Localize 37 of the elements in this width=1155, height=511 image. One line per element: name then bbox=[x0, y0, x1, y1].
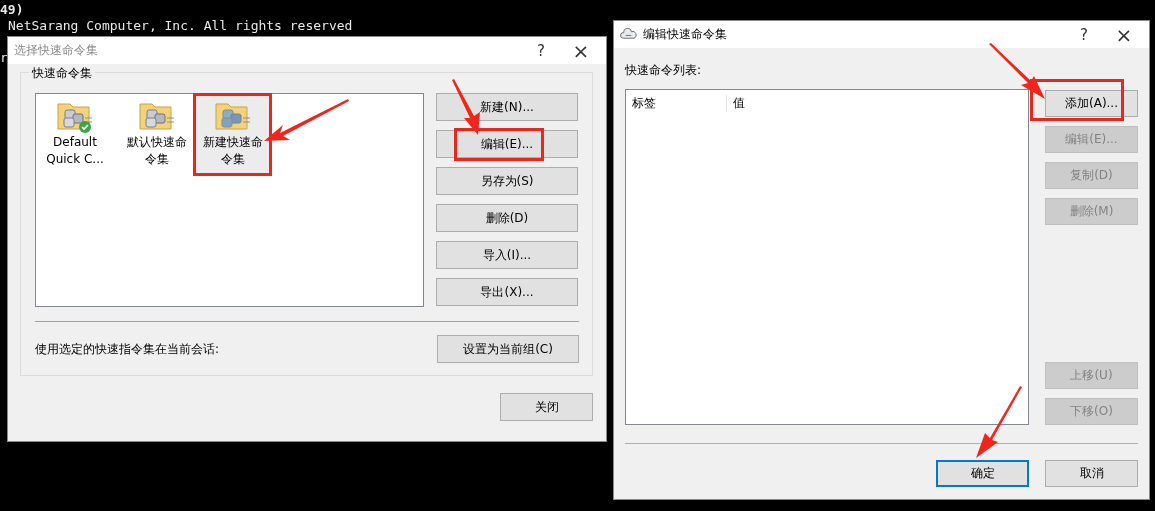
terminal-text: 49) bbox=[0, 2, 24, 18]
dialog-button[interactable]: 确定 bbox=[936, 460, 1029, 487]
close-dialog-button[interactable]: 关闭 bbox=[500, 393, 593, 421]
terminal-text: NetSarang Computer, Inc. All rights reserved bbox=[7, 18, 353, 34]
dialog-button[interactable]: 添加(A)... bbox=[1045, 90, 1138, 117]
dialog-button[interactable]: 另存为(S) bbox=[436, 167, 578, 195]
list-item[interactable]: 默认快速命令集 bbox=[120, 95, 194, 174]
arrow-annotation bbox=[976, 386, 1022, 458]
terminal-text: r bbox=[0, 50, 8, 66]
help-button[interactable]: ? bbox=[524, 41, 558, 60]
command-list[interactable]: 标签 值 bbox=[625, 89, 1029, 425]
close-button[interactable]: × bbox=[564, 38, 598, 63]
dialog-button[interactable]: 新建(N)... bbox=[436, 93, 578, 121]
help-button[interactable]: ? bbox=[1067, 25, 1101, 44]
item-label: 默认快速命令集 bbox=[126, 134, 188, 168]
column-header[interactable]: 标签 bbox=[626, 94, 727, 112]
arrow-annotation bbox=[452, 79, 480, 135]
window-title: 选择快速命令集 bbox=[14, 42, 99, 59]
list-item[interactable]: Default Quick C... bbox=[38, 95, 112, 174]
group-label: 快速命令集 bbox=[29, 65, 95, 82]
list-label: 快速命令列表: bbox=[625, 62, 703, 79]
dialog-button[interactable]: 导出(X)... bbox=[436, 278, 578, 306]
hint-text: 使用选定的快速指令集在当前会话: bbox=[35, 340, 220, 358]
dialog-button[interactable]: 删除(D) bbox=[436, 204, 578, 232]
window-title: 编辑快速命令集 bbox=[643, 26, 728, 43]
close-button[interactable]: × bbox=[1107, 22, 1141, 47]
item-label: 新建快速命令集 bbox=[202, 134, 264, 168]
list-item[interactable]: 新建快速命令集 bbox=[196, 95, 270, 174]
item-label: Default Quick C... bbox=[45, 134, 105, 168]
cloud-icon bbox=[620, 28, 637, 41]
dialog-button[interactable]: 导入(I)... bbox=[436, 241, 578, 269]
dialog-button[interactable]: 编辑(E)... bbox=[436, 130, 578, 158]
column-header[interactable]: 值 bbox=[727, 94, 745, 112]
dialog-button[interactable]: 取消 bbox=[1045, 460, 1138, 487]
set-current-button[interactable]: 设置为当前组(C) bbox=[437, 335, 579, 363]
arrow-annotation bbox=[989, 43, 1045, 99]
icon-list[interactable]: Default Quick C... 默认快速命令集 新建快速命令集 bbox=[35, 93, 424, 307]
